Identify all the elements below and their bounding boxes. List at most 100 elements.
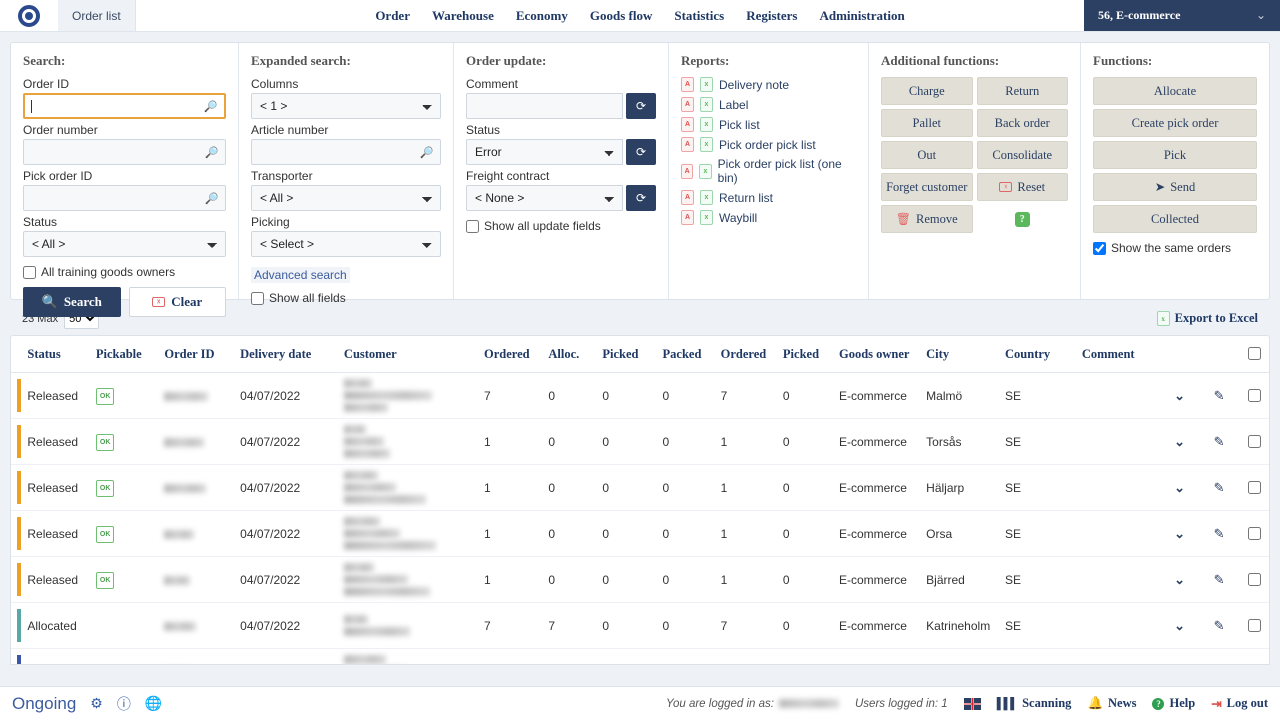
pdf-icon[interactable]: A: [681, 164, 693, 179]
show-same-orders-checkbox[interactable]: [1093, 242, 1106, 255]
pencil-icon[interactable]: ✎: [1214, 618, 1225, 633]
report-label[interactable]: Return list: [719, 191, 773, 205]
globe-icon[interactable]: 🌐: [145, 695, 162, 712]
cell-expand[interactable]: ⌄: [1159, 649, 1201, 666]
help-link[interactable]: ? Help: [1152, 696, 1195, 711]
chevron-down-icon[interactable]: ⌄: [1174, 434, 1185, 449]
nav-item-statistics[interactable]: Statistics: [674, 8, 724, 24]
row-checkbox[interactable]: [1248, 527, 1261, 540]
nav-item-registers[interactable]: Registers: [746, 8, 797, 24]
freight-refresh-button[interactable]: ⟳: [626, 185, 656, 211]
report-label[interactable]: Pick list: [719, 118, 760, 132]
table-col-delivery-date[interactable]: Delivery date: [234, 336, 338, 373]
table-row[interactable]: Picked12/10/2022111011E-commerceSundsval…: [11, 649, 1269, 666]
table-col-goods-owner[interactable]: Goods owner: [833, 336, 920, 373]
update-status-select[interactable]: Error: [466, 139, 623, 165]
cell-edit[interactable]: ✎: [1200, 557, 1237, 603]
cell-edit[interactable]: ✎: [1200, 373, 1237, 419]
table-col-ordered[interactable]: Ordered: [715, 336, 777, 373]
function-button-allocate[interactable]: Allocate: [1093, 77, 1257, 105]
nav-item-warehouse[interactable]: Warehouse: [432, 8, 494, 24]
cell-select[interactable]: [1238, 557, 1269, 603]
pencil-icon[interactable]: ✎: [1214, 664, 1225, 666]
table-row[interactable]: ReleasedOK04/07/2022100010E-commerceTors…: [11, 419, 1269, 465]
status-filter-select[interactable]: < All >: [23, 231, 226, 257]
table-row[interactable]: ReleasedOK04/07/2022700070E-commerceMalm…: [11, 373, 1269, 419]
nav-item-goods-flow[interactable]: Goods flow: [590, 8, 652, 24]
addfn-button-charge[interactable]: Charge: [881, 77, 973, 105]
pencil-icon[interactable]: ✎: [1214, 526, 1225, 541]
cell-edit[interactable]: ✎: [1200, 649, 1237, 666]
cell-edit[interactable]: ✎: [1200, 603, 1237, 649]
help-button[interactable]: ?: [977, 205, 1069, 233]
show-all-fields-row[interactable]: Show all fields: [251, 291, 441, 305]
pdf-icon[interactable]: A: [681, 210, 694, 225]
addfn-button-remove[interactable]: 🗑Remove: [881, 205, 973, 233]
show-all-update-fields-row[interactable]: Show all update fields: [466, 219, 656, 233]
training-goods-owners-checkbox[interactable]: [23, 266, 36, 279]
table-row[interactable]: ReleasedOK04/07/2022100010E-commerceBjär…: [11, 557, 1269, 603]
cell-edit[interactable]: ✎: [1200, 511, 1237, 557]
pencil-icon[interactable]: ✎: [1214, 388, 1225, 403]
excel-icon[interactable]: x: [699, 164, 711, 179]
table-col-order-id[interactable]: Order ID: [158, 336, 234, 373]
cell-select[interactable]: [1238, 465, 1269, 511]
table-col-country[interactable]: Country: [999, 336, 1076, 373]
row-checkbox[interactable]: [1248, 481, 1261, 494]
scanning-link[interactable]: ▌▌▌ Scanning: [997, 696, 1072, 711]
cell-select[interactable]: [1238, 649, 1269, 666]
addfn-button-back-order[interactable]: Back order: [977, 109, 1069, 137]
table-row[interactable]: ReleasedOK04/07/2022100010E-commerceOrsa…: [11, 511, 1269, 557]
show-all-update-fields-checkbox[interactable]: [466, 220, 479, 233]
chevron-down-icon[interactable]: ⌄: [1174, 480, 1185, 495]
cell-select[interactable]: [1238, 419, 1269, 465]
function-button-pick[interactable]: Pick: [1093, 141, 1257, 169]
article-number-input[interactable]: 🔍: [251, 139, 441, 165]
show-all-fields-checkbox[interactable]: [251, 292, 264, 305]
table-row[interactable]: ReleasedOK04/07/2022100010E-commerceHälj…: [11, 465, 1269, 511]
table-col-alloc[interactable]: Alloc.: [542, 336, 596, 373]
table-col-select-all[interactable]: [1238, 336, 1269, 373]
row-checkbox[interactable]: [1248, 573, 1261, 586]
order-number-input[interactable]: 🔍: [23, 139, 226, 165]
cell-expand[interactable]: ⌄: [1159, 419, 1201, 465]
logout-link[interactable]: ⇥ Log out: [1211, 696, 1268, 712]
page-tab-order-list[interactable]: Order list: [58, 0, 136, 31]
chevron-down-icon[interactable]: ⌄: [1174, 388, 1185, 403]
show-same-orders-row[interactable]: Show the same orders: [1093, 241, 1257, 255]
clear-button[interactable]: ☓ Clear: [129, 287, 227, 317]
pencil-icon[interactable]: ✎: [1214, 572, 1225, 587]
cell-edit[interactable]: ✎: [1200, 465, 1237, 511]
columns-select[interactable]: < 1 >: [251, 93, 441, 119]
freight-contract-select[interactable]: < None >: [466, 185, 623, 211]
nav-item-administration[interactable]: Administration: [819, 8, 904, 24]
pencil-icon[interactable]: ✎: [1214, 480, 1225, 495]
chevron-down-icon[interactable]: ⌄: [1174, 664, 1185, 666]
pencil-icon[interactable]: ✎: [1214, 434, 1225, 449]
search-button[interactable]: 🔍 Search: [23, 287, 121, 317]
function-button-collected[interactable]: Collected: [1093, 205, 1257, 233]
picking-select[interactable]: < Select >: [251, 231, 441, 257]
pdf-icon[interactable]: A: [681, 117, 694, 132]
settings-gear-icon[interactable]: ⚙: [90, 695, 103, 712]
pdf-icon[interactable]: A: [681, 97, 694, 112]
table-col-ordered[interactable]: Ordered: [478, 336, 542, 373]
cell-select[interactable]: [1238, 373, 1269, 419]
addfn-button-return[interactable]: Return: [977, 77, 1069, 105]
addfn-button-forget-customer[interactable]: Forget customer: [881, 173, 973, 201]
cell-edit[interactable]: ✎: [1200, 419, 1237, 465]
excel-icon[interactable]: x: [700, 137, 713, 152]
report-label[interactable]: Label: [719, 98, 748, 112]
addfn-button-out[interactable]: Out: [881, 141, 973, 169]
cell-select[interactable]: [1238, 511, 1269, 557]
chevron-down-icon[interactable]: ⌄: [1174, 618, 1185, 633]
chevron-down-icon[interactable]: ⌄: [1174, 572, 1185, 587]
excel-icon[interactable]: x: [700, 77, 713, 92]
table-col-picked[interactable]: Picked: [777, 336, 833, 373]
report-label[interactable]: Waybill: [719, 211, 757, 225]
table-col-city[interactable]: City: [920, 336, 999, 373]
function-button-create-pick-order[interactable]: Create pick order: [1093, 109, 1257, 137]
report-label[interactable]: Pick order pick list (one bin): [718, 157, 856, 185]
transporter-select[interactable]: < All >: [251, 185, 441, 211]
excel-icon[interactable]: x: [700, 117, 713, 132]
